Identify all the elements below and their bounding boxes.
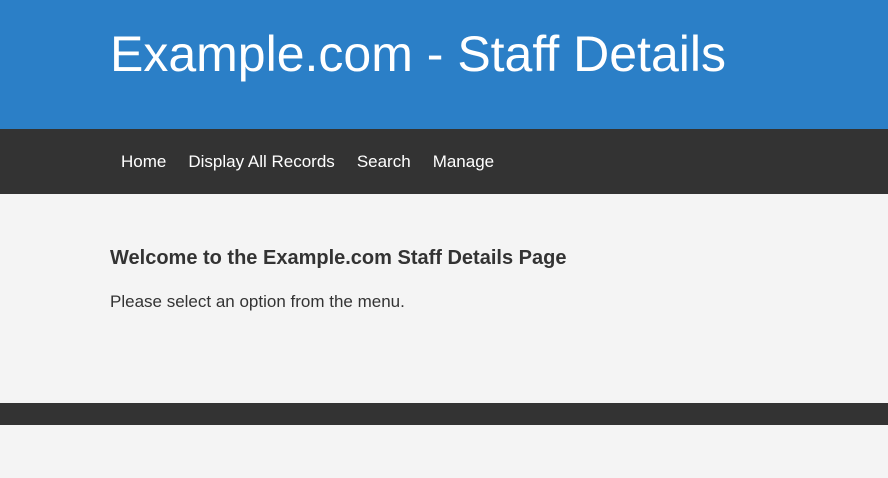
footer-bar xyxy=(0,403,888,425)
welcome-heading: Welcome to the Example.com Staff Details… xyxy=(110,247,567,269)
nav-link-manage[interactable]: Manage xyxy=(422,129,505,194)
main-nav: Home Display All Records Search Manage xyxy=(0,129,888,194)
nav-item-display-all-records: Display All Records xyxy=(177,129,345,194)
page-bottom-area xyxy=(0,425,888,478)
nav-link-search[interactable]: Search xyxy=(346,129,422,194)
main-content: Welcome to the Example.com Staff Details… xyxy=(0,194,888,403)
site-title: Example.com - Staff Details xyxy=(110,26,726,82)
intro-text: Please select an option from the menu. xyxy=(110,292,405,311)
nav-list: Home Display All Records Search Manage xyxy=(110,129,505,194)
nav-item-manage: Manage xyxy=(422,129,505,194)
nav-item-search: Search xyxy=(346,129,422,194)
nav-link-home[interactable]: Home xyxy=(110,129,177,194)
nav-item-home: Home xyxy=(110,129,177,194)
nav-link-display-all-records[interactable]: Display All Records xyxy=(177,129,345,194)
site-header: Example.com - Staff Details xyxy=(0,0,888,129)
